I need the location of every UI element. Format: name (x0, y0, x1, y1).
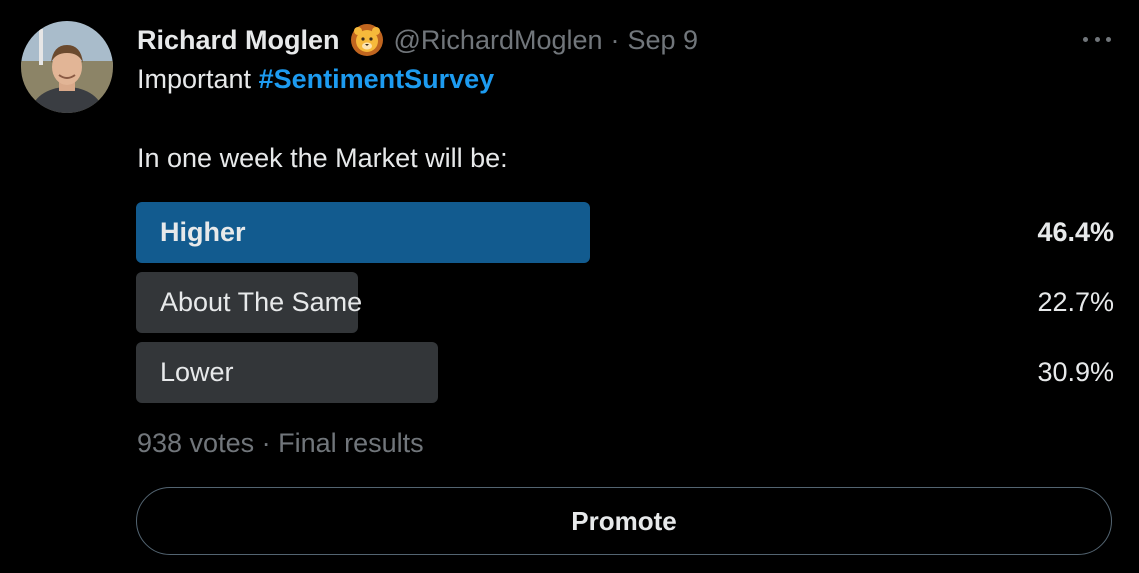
poll: Higher 46.4% About The Same 22.7% Lower … (136, 202, 1114, 412)
poll-option-percent: 22.7% (1037, 287, 1114, 317)
more-dot (1094, 36, 1100, 42)
poll-option-label: About The Same (160, 287, 363, 317)
more-horizontal-icon[interactable] (1083, 30, 1111, 48)
tweet: Richard Moglen @RichardMoglen · Sep 9 Im… (0, 0, 1139, 573)
avatar-photo (21, 21, 113, 113)
poll-option-lower: Lower 30.9% (136, 342, 1114, 403)
poll-status: Final results (278, 428, 424, 458)
poll-option-label: Lower (160, 357, 234, 387)
tweet-header: Richard Moglen @RichardMoglen · Sep 9 (137, 22, 698, 58)
tweet-text-prefix: Important (137, 64, 252, 94)
more-dot (1083, 36, 1088, 42)
hashtag-link[interactable]: #SentimentSurvey (259, 64, 495, 94)
author-handle[interactable]: @RichardMoglen (394, 25, 603, 56)
poll-option-higher: Higher 46.4% (136, 202, 1114, 263)
tweet-text: Important #SentimentSurvey (137, 64, 494, 95)
poll-votes: 938 votes (137, 428, 255, 458)
poll-option-percent: 30.9% (1037, 357, 1114, 387)
poll-meta: 938 votes · Final results (137, 428, 424, 459)
tweet-date[interactable]: Sep 9 (628, 25, 699, 56)
poll-option-percent: 46.4% (1037, 217, 1114, 247)
poll-question: In one week the Market will be: (137, 143, 508, 173)
poll-option-label: Higher (160, 217, 246, 247)
header-separator: · (610, 24, 620, 55)
author-display-name[interactable]: Richard Moglen (137, 25, 340, 56)
lion-face-icon (350, 23, 384, 57)
more-dot (1106, 36, 1111, 42)
poll-option-about-the-same: About The Same 22.7% (136, 272, 1114, 333)
promote-button[interactable]: Promote (136, 487, 1112, 555)
poll-meta-separator: · (261, 428, 271, 458)
avatar[interactable] (21, 21, 113, 113)
